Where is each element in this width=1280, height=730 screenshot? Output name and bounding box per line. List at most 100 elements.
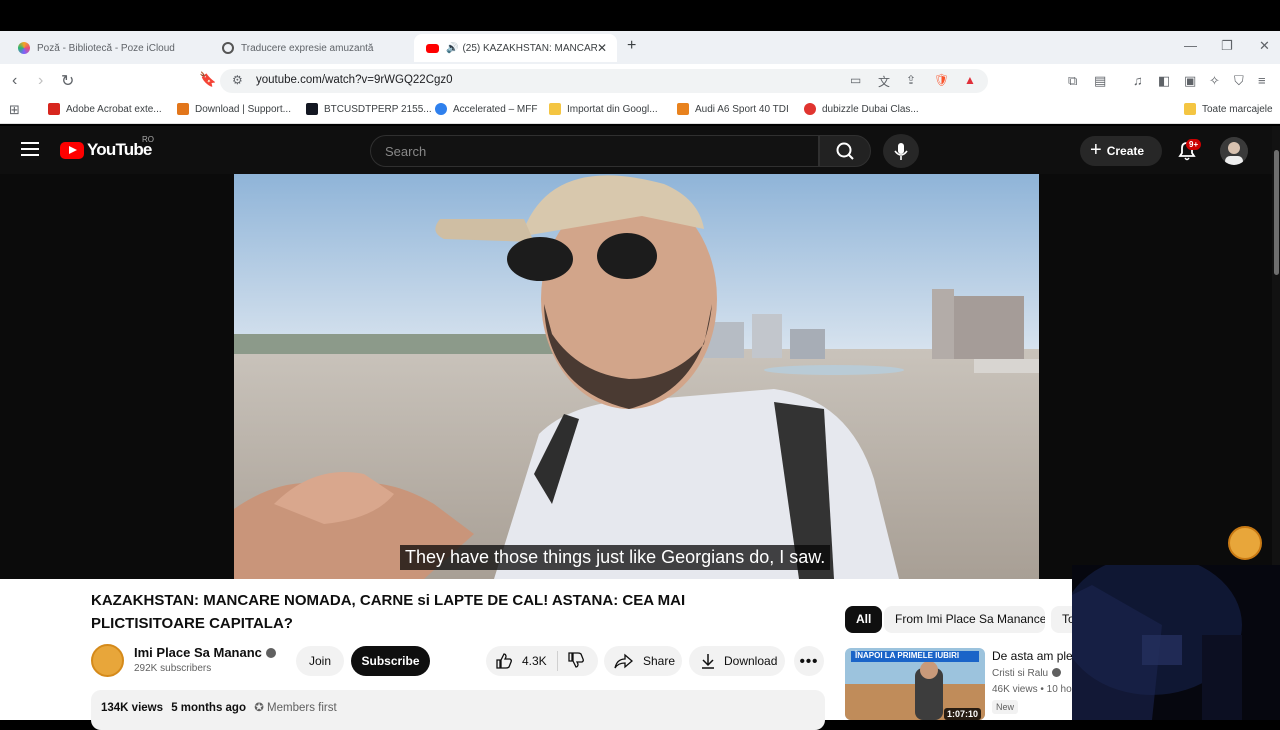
youtube-logo[interactable]: YouTube RO	[60, 135, 154, 160]
bookmark-item[interactable]: Audi A6 Sport 40 TDI	[677, 103, 789, 115]
like-count: 4.3K	[522, 654, 547, 668]
video-player[interactable]	[234, 174, 1039, 579]
tab-icloud-photos[interactable]: Poză - Bibliotecă - Poze iCloud	[6, 34, 206, 62]
thumbs-down-icon	[568, 651, 584, 668]
download-button[interactable]: Download	[689, 646, 785, 676]
bookmark-label: Adobe Acrobat exte...	[66, 103, 162, 115]
join-button[interactable]: Join	[296, 646, 344, 676]
reload-icon[interactable]: ↻	[61, 71, 74, 91]
translate-icon[interactable]: 文	[878, 73, 890, 90]
dubizzle-icon	[804, 103, 816, 115]
tab-youtube-active[interactable]: 🔊 (25) KAZAKHSTAN: MANCARE ✕	[414, 34, 617, 62]
bookmark-label: Accelerated – MFF	[453, 103, 538, 115]
icloud-photos-icon	[18, 42, 30, 54]
like-dislike-group: 4.3K	[486, 646, 598, 676]
brave-rewards-icon[interactable]: ▲	[964, 73, 976, 87]
create-label: Create	[1106, 144, 1145, 158]
share-button[interactable]: Share	[604, 646, 682, 676]
voice-search-button[interactable]	[883, 134, 919, 168]
bookmark-label: dubizzle Dubai Clas...	[822, 103, 919, 115]
recommendation-thumbnail[interactable]: ÎNAPOI LA PRIMELE IUBIRI 1:07:10	[845, 648, 985, 720]
bookmark-icon[interactable]: 🔖	[199, 71, 216, 88]
dislike-button[interactable]	[566, 650, 586, 673]
subscribe-button[interactable]: Subscribe	[351, 646, 430, 676]
video-side-left	[0, 174, 234, 579]
webcam-image	[1072, 565, 1280, 720]
close-tab-icon[interactable]: ✕	[597, 41, 607, 55]
omnibox[interactable]: ⚙ youtube.com/watch?v=9rWGQ22Cgz0 ▭ 文 ⇪ …	[220, 69, 988, 93]
create-button[interactable]: + Create	[1080, 136, 1162, 166]
speaker-icon: 🔊	[446, 42, 459, 54]
forward-icon[interactable]: ›	[38, 72, 43, 90]
recommendation-title[interactable]: De asta am plec	[992, 649, 1079, 663]
description-box[interactable]: 134K views 5 months ago ✪ Members first	[91, 690, 825, 730]
minimize-icon[interactable]: —	[1184, 38, 1197, 53]
bookmark-label: BTCUSDTPERP 2155...	[324, 103, 432, 115]
bookmark-item[interactable]: Adobe Acrobat exte...	[48, 103, 162, 115]
chip-all[interactable]: All	[845, 606, 883, 633]
tab-label: (25) KAZAKHSTAN: MANCARE	[462, 42, 598, 54]
tab-label: Traducere expresie amuzantă	[241, 42, 374, 54]
upload-age: 5 months ago	[171, 702, 246, 714]
bookmark-label: Audi A6 Sport 40 TDI	[695, 103, 789, 115]
extensions-icon[interactable]: ⧉	[1068, 73, 1077, 89]
thumbs-up-icon	[496, 653, 512, 669]
notification-badge: 9+	[1186, 139, 1202, 150]
new-tab-button[interactable]: +	[627, 37, 636, 55]
search-button[interactable]	[819, 135, 871, 167]
bookmarks-bar: ⊞ Adobe Acrobat exte... Download | Suppo…	[0, 98, 1280, 124]
tab-label: Poză - Bibliotecă - Poze iCloud	[37, 42, 175, 54]
hamburger-menu-icon[interactable]	[21, 142, 39, 156]
like-button[interactable]: 4.3K	[486, 651, 558, 671]
share-icon[interactable]: ⇪	[906, 73, 916, 87]
close-window-icon[interactable]: ✕	[1259, 38, 1270, 54]
video-side-right	[1039, 174, 1272, 579]
apps-grid-icon[interactable]: ⊞	[9, 102, 20, 118]
vpn-icon[interactable]: ⛉	[1234, 73, 1244, 89]
url-text[interactable]: youtube.com/watch?v=9rWGQ22Cgz0	[256, 74, 453, 86]
account-avatar[interactable]	[1220, 137, 1248, 165]
chip-from-channel[interactable]: From Imi Place Sa Manance	[884, 606, 1045, 633]
bookmark-folder[interactable]: Importat din Googl...	[549, 103, 658, 115]
music-icon[interactable]: ♫	[1133, 73, 1143, 88]
share-arrow-icon	[614, 653, 633, 669]
bookmark-label: Toate marcajele	[1202, 103, 1273, 115]
bookmark-item[interactable]: BTCUSDTPERP 2155...	[306, 103, 432, 115]
plus-icon: +	[1090, 138, 1102, 161]
channel-avatar[interactable]	[91, 644, 124, 677]
brave-shield-icon[interactable]: 🛡	[934, 73, 949, 87]
bookmark-item[interactable]: Download | Support...	[177, 103, 291, 115]
video-title: KAZAKHSTAN: MANCARE NOMADA, CARNE si LAP…	[91, 592, 686, 632]
mff-icon	[435, 103, 447, 115]
all-bookmarks-folder[interactable]: Toate marcajele	[1184, 103, 1273, 115]
leo-ai-icon[interactable]: ✧	[1209, 73, 1220, 89]
reader-icon[interactable]: ▤	[1094, 73, 1106, 89]
bookmark-label: Download | Support...	[195, 103, 291, 115]
site-info-icon[interactable]: ⚙	[232, 73, 243, 87]
wallet-icon[interactable]: ▣	[1184, 73, 1196, 89]
more-icon: •••	[799, 652, 819, 670]
restore-icon[interactable]: ❐	[1221, 38, 1233, 54]
channel-watermark[interactable]	[1228, 526, 1262, 560]
back-icon[interactable]: ‹	[12, 72, 17, 90]
more-actions-button[interactable]: •••	[794, 646, 824, 676]
menu-icon[interactable]: ≡	[1258, 73, 1266, 88]
scrollbar-thumb[interactable]	[1274, 150, 1279, 275]
members-first-icon: ✪	[254, 702, 264, 714]
tab-translation[interactable]: Traducere expresie amuzantă	[210, 34, 410, 62]
bookmark-item[interactable]: Accelerated – MFF	[435, 103, 537, 115]
description-meta: 134K views 5 months ago ✪ Members first	[101, 700, 337, 714]
microphone-icon	[894, 143, 908, 160]
recommendation-channel[interactable]: Cristi si Ralu	[992, 668, 1062, 679]
cast-icon[interactable]: ▭	[850, 73, 861, 87]
bookmark-item[interactable]: dubizzle Dubai Clas...	[804, 103, 919, 115]
search-input[interactable]: Search	[370, 135, 819, 167]
screen-top-strip	[0, 0, 1280, 31]
folder-icon	[549, 103, 561, 115]
youtube-icon	[426, 43, 439, 53]
country-code: RO	[142, 135, 154, 144]
verified-icon	[265, 648, 276, 658]
channel-name[interactable]: Imi Place Sa Mananc	[134, 645, 276, 660]
webcam-overlay	[1072, 565, 1280, 720]
sidebar-icon[interactable]: ◧	[1158, 73, 1170, 89]
